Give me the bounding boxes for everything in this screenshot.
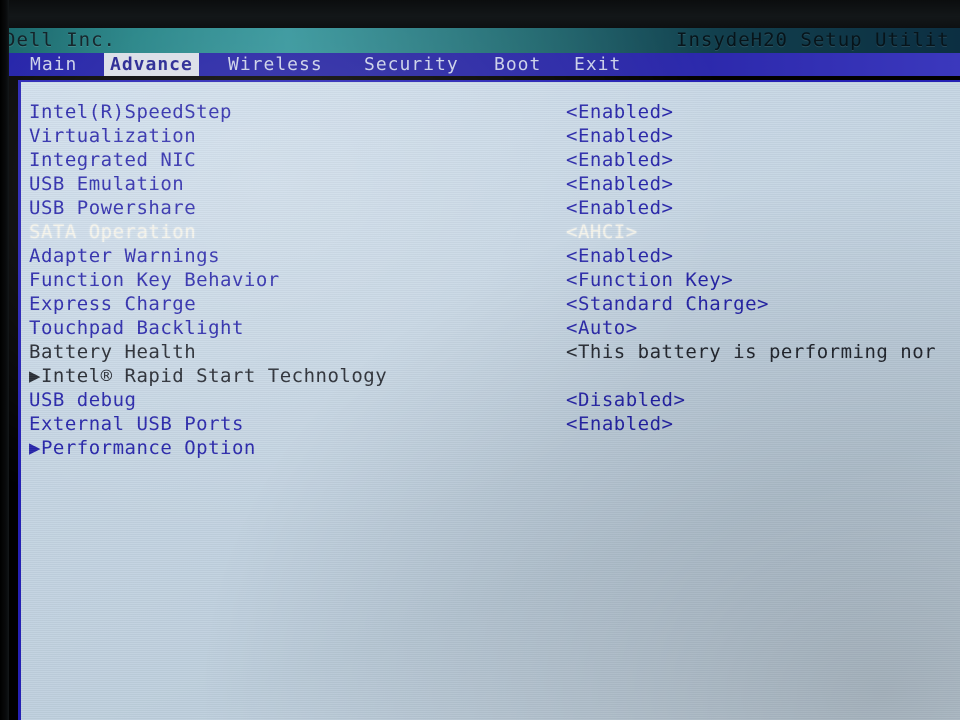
setting-label-text: Adapter Warnings <box>29 245 221 267</box>
setting-row[interactable]: Function Key Behavior <Function Key> <box>21 268 960 292</box>
laptop-bezel-left <box>0 0 9 720</box>
setting-label-text: Touchpad Backlight <box>29 317 244 339</box>
settings-panel: Intel(R)SpeedStep <Enabled> Virtualization… <box>18 80 960 720</box>
setting-label-text: USB Emulation <box>29 173 185 195</box>
tab-security[interactable]: Security <box>358 53 465 76</box>
setting-label: Intel(R)SpeedStep <box>29 100 232 124</box>
setting-value[interactable]: <Enabled> <box>566 148 673 172</box>
tab-advance[interactable]: Advance <box>104 53 199 76</box>
setting-value[interactable]: <Enabled> <box>566 172 673 196</box>
setting-label: ▶Intel® Rapid Start Technology <box>29 364 387 388</box>
setting-row[interactable]: USB Powershare <Enabled> <box>21 196 960 220</box>
setting-value[interactable]: <AHCI> <box>566 220 638 244</box>
bios-screen-photo: Dell Inc. InsydeH20 Setup Utilit Main Adv… <box>0 0 960 720</box>
setting-label-text: USB Powershare <box>29 197 197 219</box>
submenu-arrow-icon: ▶ <box>29 365 41 387</box>
setting-value[interactable]: <Function Key> <box>566 268 733 292</box>
submenu-arrow-icon: ▶ <box>29 437 41 459</box>
setting-label-text: Intel(R)SpeedStep <box>29 101 232 123</box>
setting-label: External USB Ports <box>29 412 244 436</box>
tab-boot[interactable]: Boot <box>488 53 547 76</box>
setting-label-text: Battery Health <box>29 341 197 363</box>
tab-exit[interactable]: Exit <box>568 53 627 76</box>
setting-label-text: SATA Operation <box>29 221 197 243</box>
setting-row[interactable]: Touchpad Backlight <Auto> <box>21 316 960 340</box>
setting-label-text: Express Charge <box>29 293 197 315</box>
setting-row[interactable]: SATA Operation <AHCI> <box>21 220 960 244</box>
setting-row[interactable]: Battery Health <This battery is performin… <box>21 340 960 364</box>
setting-label-text: External USB Ports <box>29 413 244 435</box>
setting-label-text: Virtualization <box>29 125 197 147</box>
setting-row[interactable]: ▶Performance Option <box>21 436 960 460</box>
setting-label: Virtualization <box>29 124 196 148</box>
setting-label: USB Powershare <box>29 196 196 220</box>
setting-value[interactable]: <Enabled> <box>566 100 673 124</box>
setting-row[interactable]: Virtualization <Enabled> <box>21 124 960 148</box>
setting-row[interactable]: Adapter Warnings <Enabled> <box>21 244 960 268</box>
setting-value[interactable]: <Auto> <box>566 316 638 340</box>
setting-row[interactable]: ▶Intel® Rapid Start Technology <box>21 364 960 388</box>
utility-title: InsydeH20 Setup Utilit <box>676 29 950 51</box>
setting-label: SATA Operation <box>29 220 196 244</box>
setting-row[interactable]: Express Charge <Standard Charge> <box>21 292 960 316</box>
laptop-bezel-top <box>0 0 960 28</box>
setting-label-text: Function Key Behavior <box>29 269 280 291</box>
setting-label: USB Emulation <box>29 172 184 196</box>
setting-value[interactable]: <Enabled> <box>566 412 673 436</box>
setting-row[interactable]: Intel(R)SpeedStep <Enabled> <box>21 100 960 124</box>
setting-label: ▶Performance Option <box>29 436 256 460</box>
setting-value[interactable]: <Enabled> <box>566 244 673 268</box>
bios-title-bar: Dell Inc. InsydeH20 Setup Utilit <box>0 28 960 53</box>
setting-label: Function Key Behavior <box>29 268 280 292</box>
setting-value[interactable]: <Enabled> <box>566 124 673 148</box>
setting-value[interactable]: <Enabled> <box>566 196 673 220</box>
tab-main[interactable]: Main <box>24 53 83 76</box>
bios-tab-bar[interactable]: Main Advance Wireless Security Boot Exit <box>0 53 960 76</box>
setting-label: Integrated NIC <box>29 148 196 172</box>
setting-label-text: Integrated NIC <box>29 149 197 171</box>
setting-label-text: USB debug <box>29 389 137 411</box>
setting-row[interactable]: External USB Ports <Enabled> <box>21 412 960 436</box>
setting-row[interactable]: Integrated NIC <Enabled> <box>21 148 960 172</box>
setting-value[interactable]: <Disabled> <box>566 388 685 412</box>
setting-label: Adapter Warnings <box>29 244 220 268</box>
setting-label: Express Charge <box>29 292 196 316</box>
setting-value[interactable]: <This battery is performing nor <box>566 340 936 364</box>
setting-value[interactable]: <Standard Charge> <box>566 292 769 316</box>
setting-label-text: Performance Option <box>40 437 256 459</box>
setting-label: USB debug <box>29 388 136 412</box>
vendor-name: Dell Inc. <box>4 29 116 51</box>
tab-wireless[interactable]: Wireless <box>222 53 329 76</box>
setting-label: Battery Health <box>29 340 196 364</box>
setting-row[interactable]: USB Emulation <Enabled> <box>21 172 960 196</box>
setting-label: Touchpad Backlight <box>29 316 244 340</box>
setting-row[interactable]: USB debug <Disabled> <box>21 388 960 412</box>
setting-label-text: Intel® Rapid Start Technology <box>40 365 388 387</box>
